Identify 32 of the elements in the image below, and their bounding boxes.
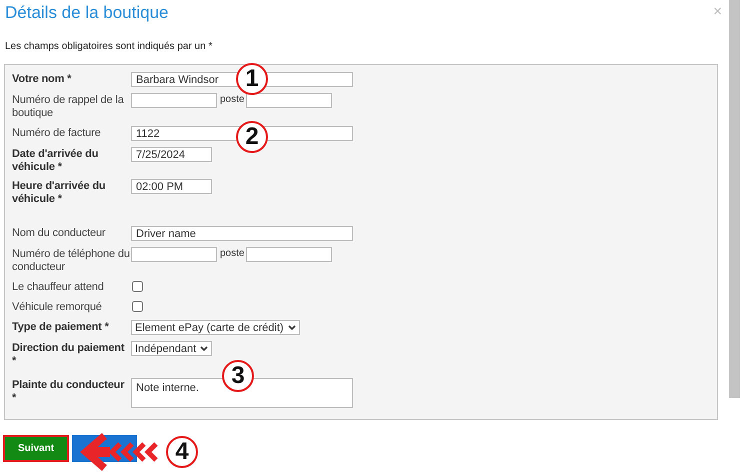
required-note: Les champs obligatoires sont indiqués par un *: [5, 41, 214, 52]
field-label: Numéro de téléphone du conducteur: [12, 247, 131, 274]
field-label: Direction du paiement *: [12, 341, 126, 368]
extension-field[interactable]: [246, 247, 332, 262]
extension-label: poste: [220, 94, 244, 105]
dialog-title: Détails de la boutique: [5, 3, 169, 23]
extension-field[interactable]: [246, 93, 332, 108]
chevron-icon: [288, 324, 296, 330]
next-button[interactable]: Suivant: [3, 435, 69, 462]
phone-field[interactable]: [131, 93, 217, 108]
dropdown[interactable]: Indépendant: [131, 341, 212, 356]
text-field[interactable]: 02:00 PM: [131, 179, 212, 194]
dropdown[interactable]: Element ePay (carte de crédit): [131, 320, 300, 335]
field-label: Véhicule remorqué: [12, 300, 103, 314]
field-label: Nom du conducteur: [12, 226, 106, 241]
text-field[interactable]: 7/25/2024: [131, 147, 212, 162]
chevron-icon: [200, 346, 208, 352]
extension-label: poste: [220, 248, 244, 259]
field-label: Date d'arrivée du véhicule *: [12, 147, 100, 174]
field-label: Votre nom *: [12, 72, 72, 87]
field-label: Type de paiement *: [12, 320, 110, 335]
text-field[interactable]: Driver name: [131, 226, 353, 241]
field-label: Numéro de rappel de la boutique: [12, 93, 125, 120]
field-label: Le chauffeur attend: [12, 280, 105, 294]
step-number: 4: [166, 436, 198, 468]
field-label: Numéro de facture: [12, 126, 102, 141]
checkbox[interactable]: [132, 301, 143, 312]
checkbox[interactable]: [132, 281, 143, 292]
field-label: Heure d'arrivée du véhicule *: [12, 179, 106, 206]
field-label: Plainte du conducteur *: [12, 378, 126, 406]
scrollbar[interactable]: [729, 0, 740, 398]
phone-field[interactable]: [131, 247, 217, 262]
